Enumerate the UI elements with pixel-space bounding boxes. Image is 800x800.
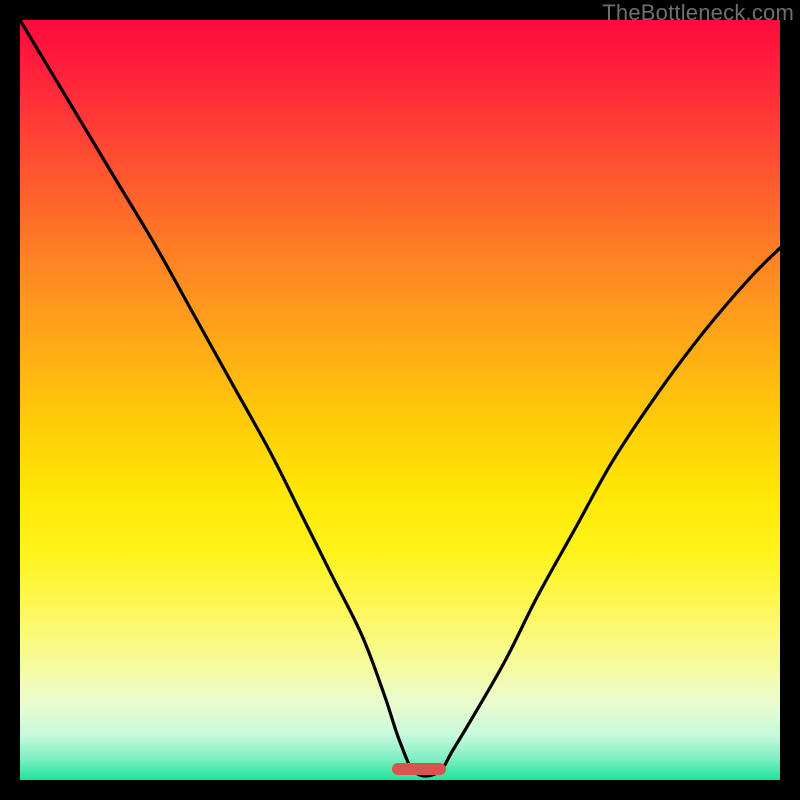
plot-area	[20, 20, 780, 780]
chart-stage: TheBottleneck.com	[0, 0, 800, 800]
curve-path	[20, 20, 780, 776]
minimum-marker	[392, 763, 445, 775]
bottleneck-curve	[20, 20, 780, 780]
